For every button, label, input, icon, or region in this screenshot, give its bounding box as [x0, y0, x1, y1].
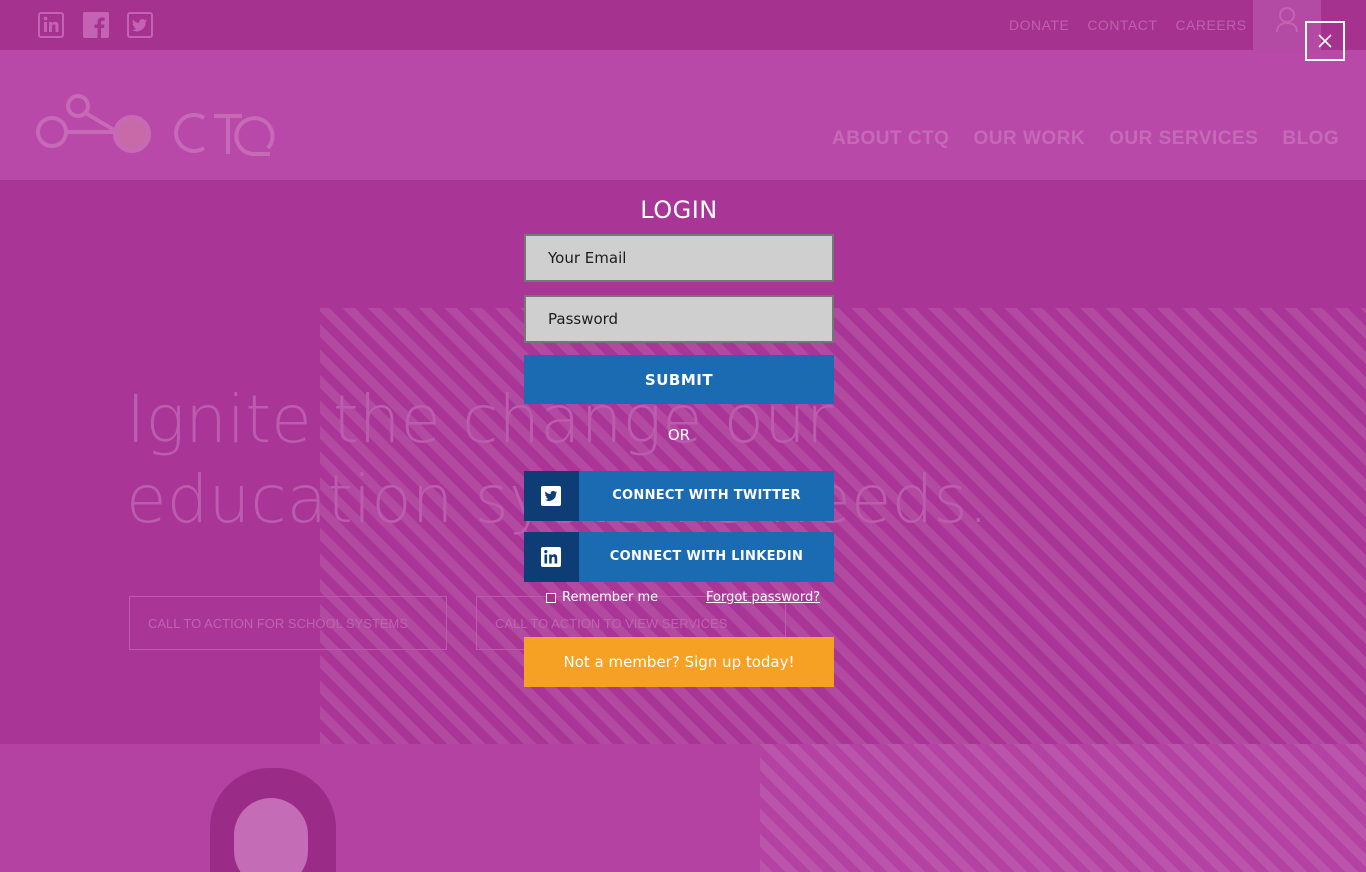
nav-our-services[interactable]: OUR SERVICES	[1109, 128, 1258, 150]
close-icon	[1318, 34, 1332, 48]
careers-link[interactable]: CAREERS	[1175, 17, 1246, 33]
main-nav: ABOUT CTQ OUR WORK OUR SERVICES BLOG	[832, 128, 1339, 150]
twitter-button-label: CONNECT WITH TWITTER	[612, 488, 801, 503]
lower-stripes	[760, 744, 1366, 872]
email-field[interactable]	[524, 234, 834, 282]
remember-me-checkbox[interactable]: Remember me	[546, 590, 658, 605]
top-bar: DONATE CONTACT CAREERS	[0, 0, 1366, 50]
password-field[interactable]	[524, 295, 834, 343]
checkbox-box[interactable]	[546, 592, 556, 603]
linkedin-button-label: CONNECT WITH LINKEDIN	[609, 549, 804, 564]
connect-linkedin-button[interactable]: CONNECT WITH LINKEDIN	[524, 532, 834, 582]
linkedin-icon[interactable]	[38, 12, 64, 38]
facebook-icon[interactable]	[83, 12, 109, 38]
forgot-password-link[interactable]: Forgot password?	[706, 590, 820, 605]
login-title: LOGIN	[640, 196, 718, 224]
lower-section	[0, 744, 1366, 872]
submit-button[interactable]: SUBMIT	[524, 355, 834, 404]
twitter-icon	[524, 471, 579, 521]
contact-link[interactable]: CONTACT	[1087, 17, 1157, 33]
cta-school-systems[interactable]: CALL TO ACTION FOR SCHOOL SYSTEMS	[129, 596, 447, 650]
user-icon	[1276, 7, 1298, 32]
ctq-logo[interactable]	[36, 92, 276, 167]
nav-about[interactable]: ABOUT CTQ	[832, 128, 949, 150]
close-button[interactable]	[1305, 21, 1345, 61]
or-divider: OR	[667, 426, 691, 444]
top-links: DONATE CONTACT CAREERS	[1009, 17, 1247, 33]
nav-blog[interactable]: BLOG	[1282, 128, 1339, 150]
donate-link[interactable]: DONATE	[1009, 17, 1069, 33]
nav-our-work[interactable]: OUR WORK	[973, 128, 1085, 150]
signup-button[interactable]: Not a member? Sign up today!	[524, 637, 834, 687]
portrait-image	[210, 768, 336, 872]
remember-me-label: Remember me	[562, 590, 659, 605]
twitter-icon[interactable]	[127, 12, 153, 38]
linkedin-icon	[524, 532, 579, 582]
connect-twitter-button[interactable]: CONNECT WITH TWITTER	[524, 471, 834, 521]
